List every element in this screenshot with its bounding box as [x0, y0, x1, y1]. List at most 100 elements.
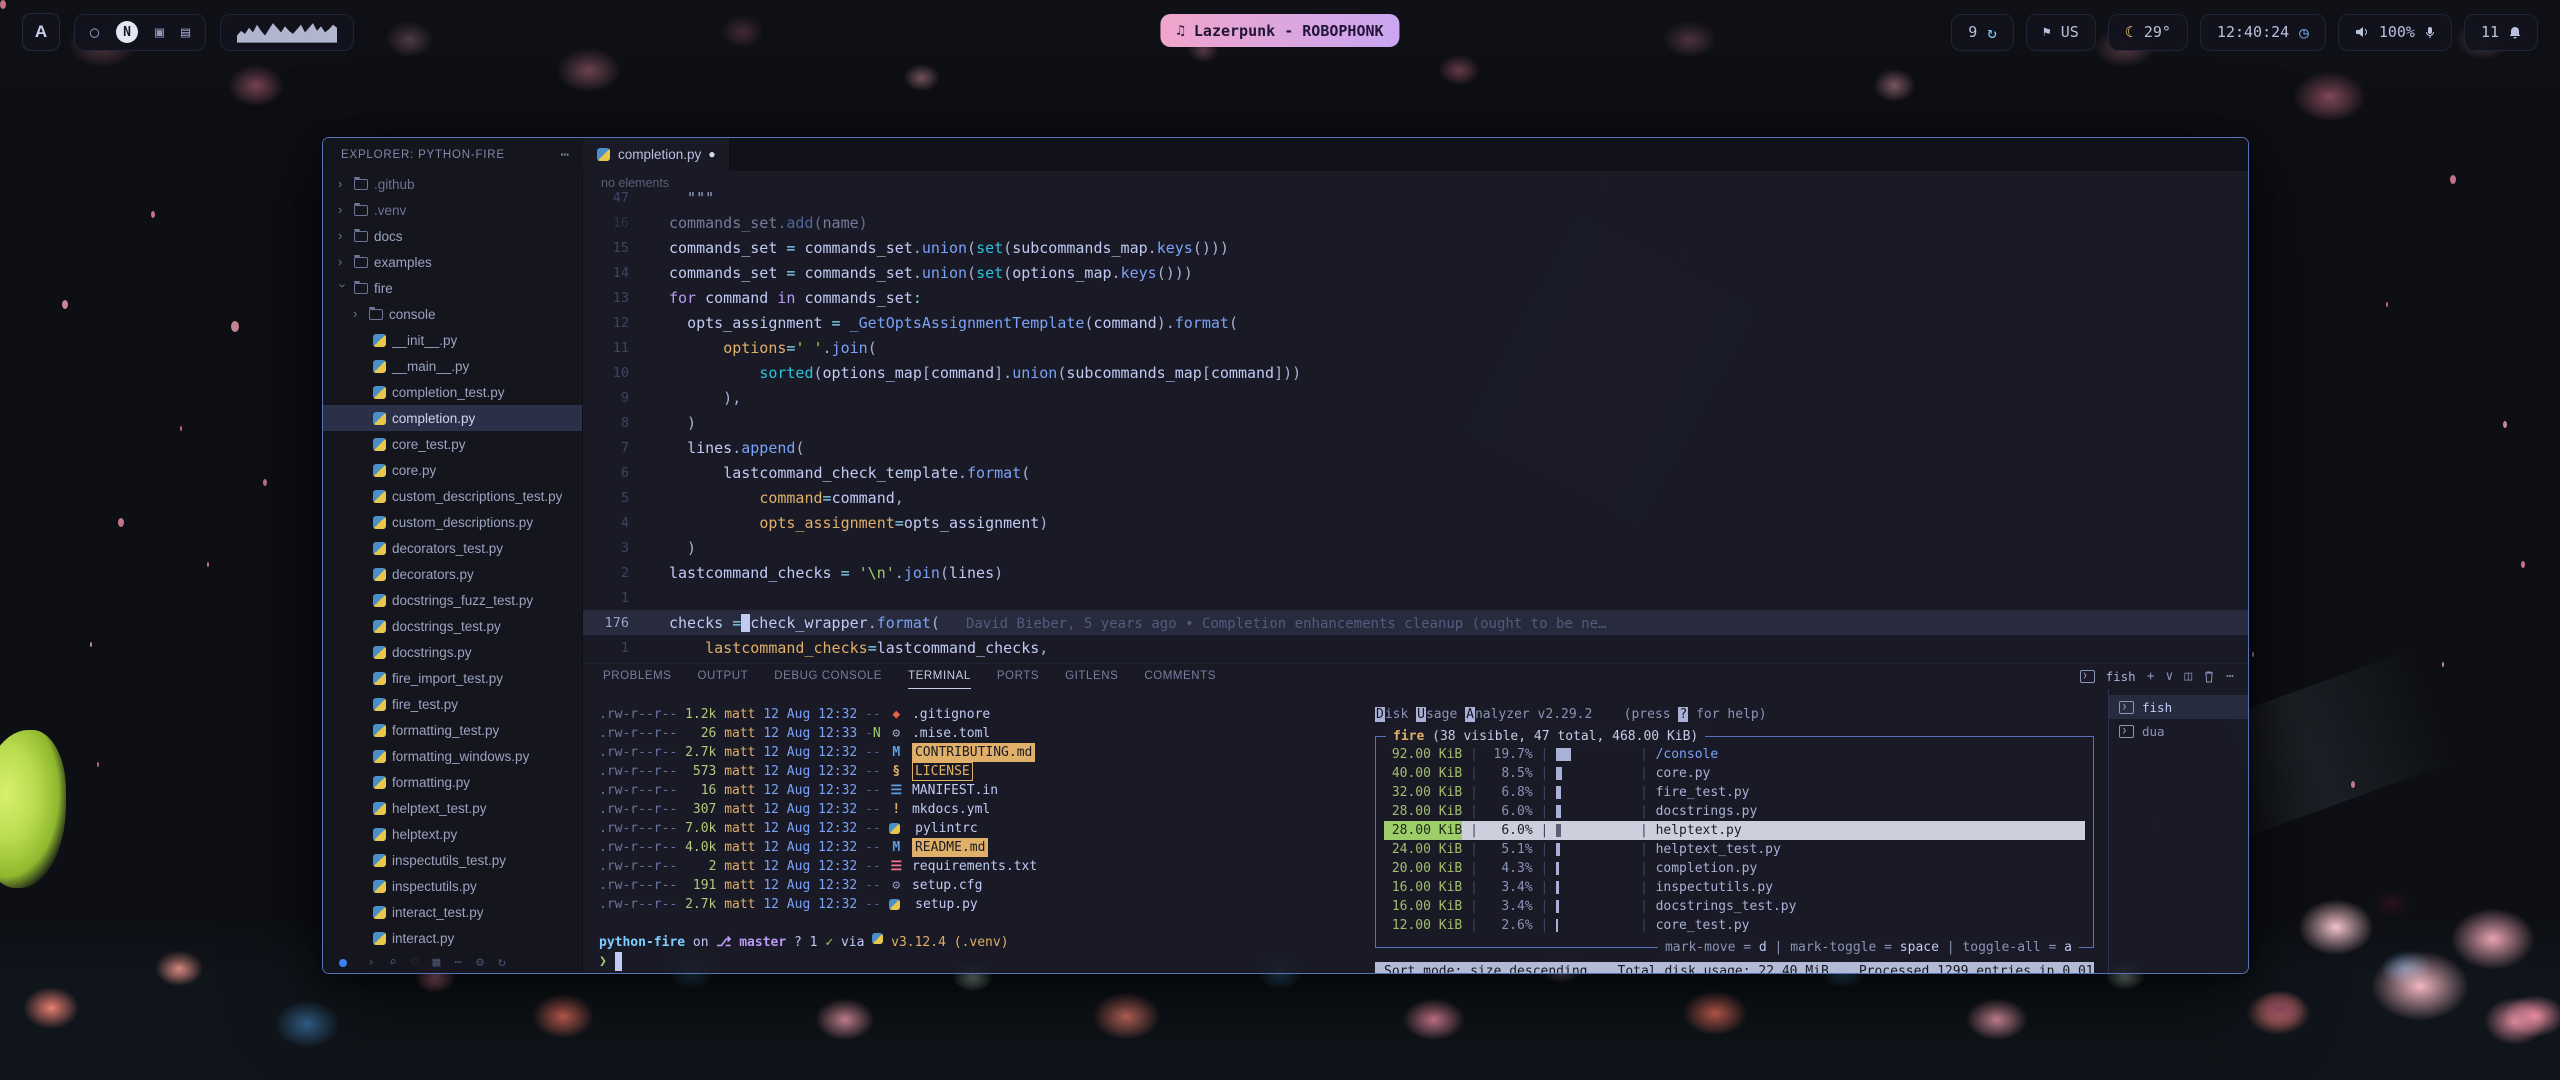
tree-item-examples[interactable]: ›examples	[323, 249, 582, 275]
workspace-circle-icon[interactable]: ◯	[90, 25, 99, 40]
weather-pill[interactable]: ☾ 29°	[2108, 14, 2188, 51]
panel-header: PROBLEMS OUTPUT DEBUG CONSOLE TERMINAL PORTS…	[583, 664, 2248, 689]
grid-icon[interactable]: ▦	[432, 956, 440, 969]
bottom-panel: PROBLEMS OUTPUT DEBUG CONSOLE TERMINAL PORTS…	[583, 663, 2248, 973]
tree-item-inspectutils_test.py[interactable]: inspectutils_test.py	[323, 847, 582, 873]
code-editor[interactable]: 47 """16commands_set.add(name)15commands…	[583, 185, 2248, 663]
tree-item-helptext.py[interactable]: helptext.py	[323, 821, 582, 847]
panel-tab-debug-console[interactable]: DEBUG CONSOLE	[774, 665, 882, 689]
python-file-icon	[373, 620, 386, 633]
heart-icon[interactable]: ♡	[411, 956, 419, 969]
tree-item-decorators.py[interactable]: decorators.py	[323, 561, 582, 587]
tree-item-completion.py[interactable]: completion.py	[323, 405, 582, 431]
panel-tab-ports[interactable]: PORTS	[997, 665, 1039, 689]
split-terminal-icon[interactable]: ◫	[2184, 670, 2192, 683]
tree-item-docs[interactable]: ›docs	[323, 223, 582, 249]
terminal-session-dua[interactable]: ❯dua	[2109, 719, 2248, 743]
usage-bar	[1556, 824, 1632, 837]
dua-row-core_test.py[interactable]: 12.00 KiB|2.6%||core_test.py	[1384, 916, 2085, 935]
ellipsis-icon[interactable]: ⋯	[454, 956, 462, 969]
tree-item-docstrings_fuzz_test.py[interactable]: docstrings_fuzz_test.py	[323, 587, 582, 613]
new-terminal-icon[interactable]: +	[2147, 670, 2155, 683]
chevron-right-icon[interactable]: ›	[367, 956, 375, 969]
tree-item-formatting.py[interactable]: formatting.py	[323, 769, 582, 795]
system-graph-widget[interactable]	[220, 14, 354, 51]
audio-pill[interactable]: 100%	[2338, 14, 2452, 51]
kill-terminal-icon[interactable]	[2203, 670, 2215, 683]
profile-dropdown-icon[interactable]: ∨	[2166, 670, 2174, 683]
gear-icon[interactable]: ⚙	[476, 956, 484, 969]
dua-row-inspectutils.py[interactable]: 16.00 KiB|3.4%||inspectutils.py	[1384, 878, 2085, 897]
tree-item-formatting_test.py[interactable]: formatting_test.py	[323, 717, 582, 743]
dua-row-helptext.py[interactable]: 28.00 KiB|6.0%||helptext.py	[1384, 821, 2085, 840]
python-file-icon	[373, 646, 386, 659]
tree-item-label: docstrings.py	[392, 645, 472, 660]
tree-item-core_test.py[interactable]: core_test.py	[323, 431, 582, 457]
line-number: 6	[583, 465, 647, 481]
workspace-n-icon[interactable]: N	[116, 21, 138, 43]
tree-item-interact_test.py[interactable]: interact_test.py	[323, 899, 582, 925]
tool-icon: ⚙	[889, 724, 905, 743]
tree-item-interact.py[interactable]: interact.py	[323, 925, 582, 951]
tree-item-inspectutils.py[interactable]: inspectutils.py	[323, 873, 582, 899]
flag-icon: ⚑	[2043, 25, 2051, 40]
tree-item-fire_import_test.py[interactable]: fire_import_test.py	[323, 665, 582, 691]
tree-item-label: docstrings_test.py	[392, 619, 501, 634]
workspace-square-icon[interactable]: ▣	[155, 25, 164, 40]
keyboard-layout-pill[interactable]: ⚑ US	[2026, 14, 2096, 51]
tree-item-__main__.py[interactable]: __main__.py	[323, 353, 582, 379]
panel-tab-comments[interactable]: COMMENTS	[1144, 665, 1216, 689]
tree-item-__init__.py[interactable]: __init__.py	[323, 327, 582, 353]
tree-item-decorators_test.py[interactable]: decorators_test.py	[323, 535, 582, 561]
dua-row-completion.py[interactable]: 20.00 KiB|4.3%||completion.py	[1384, 859, 2085, 878]
tree-item-completion_test.py[interactable]: completion_test.py	[323, 379, 582, 405]
editor-column: no elements 47 """16commands_set.add(nam…	[583, 171, 2248, 973]
tree-item-docstrings_test.py[interactable]: docstrings_test.py	[323, 613, 582, 639]
notifications-pill[interactable]: 11	[2464, 14, 2538, 51]
launcher-button[interactable]: A	[22, 13, 60, 51]
dua-row-console[interactable]: 92.00 KiB|19.7%||/console	[1384, 745, 2085, 764]
updates-pill[interactable]: 9 ↻	[1951, 14, 2014, 51]
tree-item-label: custom_descriptions_test.py	[392, 489, 562, 504]
panel-more-icon[interactable]: ⋯	[2226, 670, 2234, 683]
tree-item-console[interactable]: ›console	[323, 301, 582, 327]
tree-item-.github[interactable]: ›.github	[323, 171, 582, 197]
tree-item-formatting_windows.py[interactable]: formatting_windows.py	[323, 743, 582, 769]
terminal-session-fish[interactable]: ❯fish	[2109, 695, 2248, 719]
tree-item-helptext_test.py[interactable]: helptext_test.py	[323, 795, 582, 821]
panel-tab-problems[interactable]: PROBLEMS	[603, 665, 672, 689]
music-widget[interactable]: ♫ Lazerpunk - ROBOPHONK	[1160, 14, 1399, 47]
tree-item-custom_descriptions_test.py[interactable]: custom_descriptions_test.py	[323, 483, 582, 509]
clock-pill[interactable]: 12:40:24 ◷	[2200, 14, 2326, 51]
code-line: 2lastcommand_checks = '\n'.join(lines)	[583, 560, 2248, 585]
workspace-grid-icon[interactable]: ▤	[181, 25, 190, 40]
tree-item-fire_test.py[interactable]: fire_test.py	[323, 691, 582, 717]
panel-actions: ❯ fish + ∨ ◫ ⋯	[2080, 669, 2234, 684]
dua-row-helptext_test.py[interactable]: 24.00 KiB|5.1%||helptext_test.py	[1384, 840, 2085, 859]
more-actions-icon[interactable]: ⋯	[561, 147, 569, 163]
dua-row-docstrings.py[interactable]: 28.00 KiB|6.0%||docstrings.py	[1384, 802, 2085, 821]
tree-item-fire[interactable]: ›fire	[323, 275, 582, 301]
microphone-icon	[2425, 26, 2435, 39]
line-number: 5	[583, 490, 647, 506]
tab-completion-py[interactable]: completion.py ●	[583, 138, 730, 171]
panel-tab-terminal[interactable]: TERMINAL	[908, 665, 971, 689]
code-line: 12 opts_assignment = _GetOptsAssignmentT…	[583, 310, 2248, 335]
tree-item-custom_descriptions.py[interactable]: custom_descriptions.py	[323, 509, 582, 535]
tree-item-docstrings.py[interactable]: docstrings.py	[323, 639, 582, 665]
panel-tab-output[interactable]: OUTPUT	[698, 665, 749, 689]
dua-row-core.py[interactable]: 40.00 KiB|8.5%||core.py	[1384, 764, 2085, 783]
python-file-icon	[373, 880, 386, 893]
panel-tab-gitlens[interactable]: GITLENS	[1065, 665, 1118, 689]
refresh-icon[interactable]: ↻	[498, 956, 506, 969]
tree-item-core.py[interactable]: core.py	[323, 457, 582, 483]
shell-input-line[interactable]: ❯	[599, 952, 1355, 971]
terminal-pane[interactable]: .rw-r--r--1.2kmatt12 Aug 12:32--◆.gitign…	[583, 689, 1355, 973]
dua-row-docstrings_test.py[interactable]: 16.00 KiB|3.4%||docstrings_test.py	[1384, 897, 2085, 916]
dua-pane[interactable]: Disk Usage Analyzer v2.29.2 (press ? for…	[1355, 689, 2108, 973]
tree-item-label: helptext.py	[392, 827, 457, 842]
terminal-session-list: ❯fish❯dua	[2108, 689, 2248, 973]
dua-row-fire_test.py[interactable]: 32.00 KiB|6.8%||fire_test.py	[1384, 783, 2085, 802]
tree-item-.venv[interactable]: ›.venv	[323, 197, 582, 223]
search-icon[interactable]: ⌕	[389, 956, 397, 969]
